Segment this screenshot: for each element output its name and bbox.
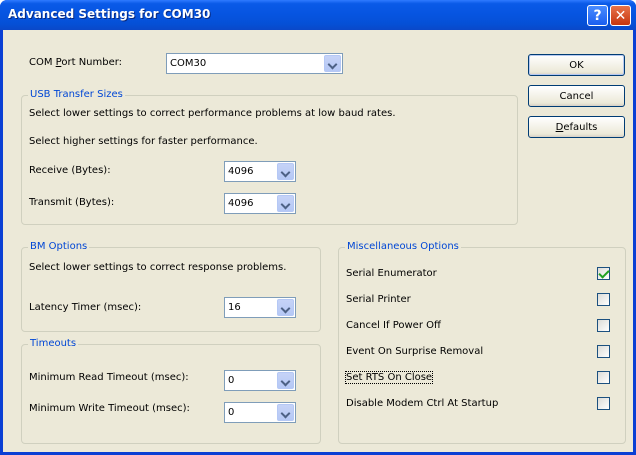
com-port-label: COM Port Number:	[29, 57, 123, 68]
title-bar[interactable]: Advanced Settings for COM30 ? ✕	[0, 0, 636, 30]
latency-label: Latency Timer (msec):	[29, 302, 142, 313]
transmit-label: Transmit (Bytes):	[29, 197, 115, 208]
defaults-button-label: Defaults	[555, 121, 598, 133]
write-timeout-select[interactable]: 0	[224, 402, 296, 423]
cancel-button-label: Cancel	[559, 90, 594, 102]
event-on-surprise-removal-checkbox[interactable]	[597, 345, 610, 358]
dialog-window: Advanced Settings for COM30 ? ✕ COM Port…	[0, 0, 636, 455]
receive-value: 4096	[228, 166, 254, 177]
disable-modem-ctrl-checkbox[interactable]	[597, 397, 610, 410]
usb-desc-lower: Select lower settings to correct perform…	[29, 108, 396, 119]
misc-item-label: Serial Enumerator	[346, 268, 437, 279]
misc-item-label: Set RTS On Close	[344, 371, 434, 384]
misc-item-label: Disable Modem Ctrl At Startup	[346, 398, 499, 409]
help-icon: ?	[593, 7, 602, 24]
misc-item-label: Serial Printer	[346, 294, 411, 305]
latency-select[interactable]: 16	[224, 297, 296, 318]
defaults-button[interactable]: Defaults	[528, 116, 625, 138]
usb-desc-higher: Select higher settings for faster perfor…	[29, 136, 258, 147]
latency-value: 16	[228, 302, 241, 313]
timeouts-group: Timeouts	[21, 338, 321, 444]
read-timeout-value: 0	[228, 375, 235, 386]
read-timeout-label: Minimum Read Timeout (msec):	[29, 372, 189, 383]
cancel-button[interactable]: Cancel	[528, 85, 625, 107]
bm-options-title: BM Options	[28, 241, 90, 252]
timeouts-title: Timeouts	[28, 338, 79, 349]
com-port-value: COM30	[170, 58, 207, 69]
usb-transfer-title: USB Transfer Sizes	[28, 89, 125, 100]
chevron-down-icon[interactable]	[277, 299, 294, 316]
serial-printer-checkbox[interactable]	[597, 293, 610, 306]
ok-button[interactable]: OK	[528, 54, 625, 76]
chevron-down-icon[interactable]	[277, 404, 294, 421]
misc-options-title: Miscellaneous Options	[345, 241, 461, 252]
misc-item-label: Event On Surprise Removal	[346, 346, 484, 357]
cancel-if-power-off-checkbox[interactable]	[597, 319, 610, 332]
read-timeout-select[interactable]: 0	[224, 370, 296, 391]
receive-select[interactable]: 4096	[224, 161, 296, 182]
bm-options-group: BM Options	[21, 241, 321, 332]
window-title: Advanced Settings for COM30	[8, 7, 211, 21]
help-button[interactable]: ?	[587, 5, 608, 26]
misc-item-label: Cancel If Power Off	[346, 320, 441, 331]
chevron-down-icon[interactable]	[324, 55, 341, 72]
dialog-client-area: COM Port Number: COM30 USB Transfer Size…	[3, 30, 633, 452]
close-button[interactable]: ✕	[610, 5, 631, 26]
transmit-select[interactable]: 4096	[224, 193, 296, 214]
write-timeout-label: Minimum Write Timeout (msec):	[29, 403, 190, 414]
receive-label: Receive (Bytes):	[29, 165, 111, 176]
transmit-value: 4096	[228, 198, 254, 209]
com-port-select[interactable]: COM30	[166, 53, 343, 74]
chevron-down-icon[interactable]	[277, 195, 294, 212]
serial-enumerator-checkbox[interactable]	[597, 267, 610, 280]
chevron-down-icon[interactable]	[277, 163, 294, 180]
ok-button-label: OK	[569, 59, 584, 71]
bm-desc: Select lower settings to correct respons…	[29, 262, 287, 273]
chevron-down-icon[interactable]	[277, 372, 294, 389]
write-timeout-value: 0	[228, 407, 235, 418]
close-icon: ✕	[614, 7, 627, 24]
set-rts-on-close-checkbox[interactable]	[597, 371, 610, 384]
